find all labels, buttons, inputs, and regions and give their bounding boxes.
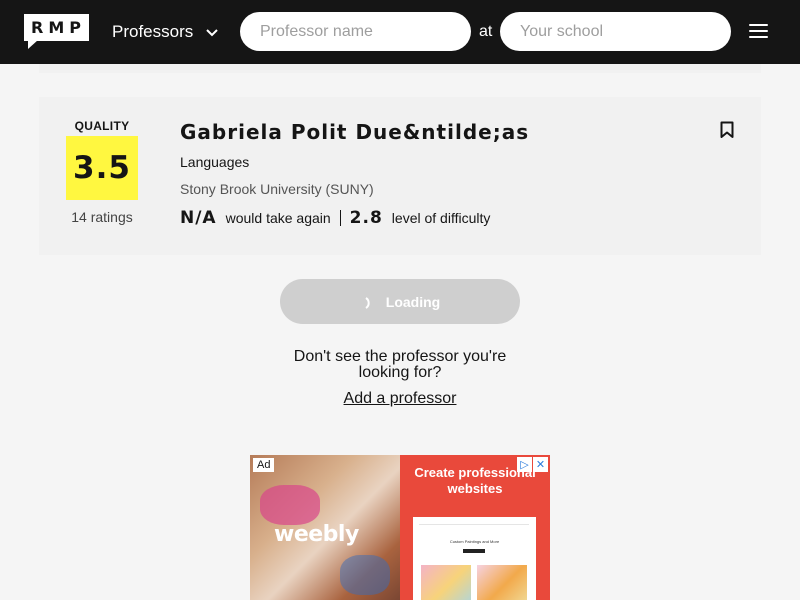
add-professor-link[interactable]: Add a professor bbox=[280, 390, 520, 408]
number-of-ratings: 14 ratings bbox=[71, 209, 133, 225]
site-header: RMP Professors at bbox=[0, 0, 800, 64]
logo-text: RMP bbox=[31, 18, 86, 37]
search-type-label: Professors bbox=[112, 22, 194, 41]
feedback-divider bbox=[339, 210, 341, 226]
department: Languages bbox=[180, 154, 250, 170]
at-label: at bbox=[479, 23, 493, 40]
quality-rating: 3.5 bbox=[66, 136, 138, 200]
professor-card[interactable]: QUALITY 3.5 14 ratings Gabriela Polit Du… bbox=[39, 97, 761, 255]
dont-see-professor-text: Don't see the professor you're looking f… bbox=[293, 348, 507, 381]
ad-headline: Create professional websites bbox=[414, 465, 536, 496]
feedback-row: N/A would take again 2.8 level of diffic… bbox=[180, 207, 490, 229]
difficulty-value: 2.8 bbox=[349, 208, 383, 228]
loading-label: Loading bbox=[385, 293, 441, 310]
spinner-icon bbox=[365, 296, 370, 309]
bookmark-icon[interactable] bbox=[720, 121, 734, 139]
loading-button[interactable]: Loading bbox=[280, 279, 520, 324]
ad-brand: weebly bbox=[274, 522, 359, 547]
school-name: Stony Brook University (SUNY) bbox=[180, 181, 374, 197]
professor-name[interactable]: Gabriela Polit Due&ntilde;as bbox=[180, 120, 529, 144]
difficulty-label: level of difficulty bbox=[391, 210, 491, 226]
search-type-dropdown[interactable]: Professors bbox=[112, 20, 219, 44]
would-take-again-label: would take again bbox=[225, 210, 331, 226]
rmp-logo[interactable]: RMP bbox=[24, 14, 89, 49]
logo-tail bbox=[28, 40, 38, 49]
quality-label: QUALITY bbox=[74, 119, 130, 133]
ad-website-preview: Custom Paintings and More bbox=[413, 517, 536, 600]
hamburger-menu-icon[interactable] bbox=[748, 22, 768, 40]
professor-name-input[interactable] bbox=[240, 12, 471, 51]
school-input[interactable] bbox=[500, 12, 731, 51]
chevron-down-icon bbox=[206, 29, 218, 37]
ad-screen-title: Custom Paintings and More bbox=[449, 539, 500, 544]
ad-badge: Ad bbox=[253, 458, 275, 472]
would-take-again-value: N/A bbox=[180, 208, 217, 228]
advertisement[interactable]: Ad ▷ ✕ weebly Create professional websit… bbox=[250, 455, 550, 600]
